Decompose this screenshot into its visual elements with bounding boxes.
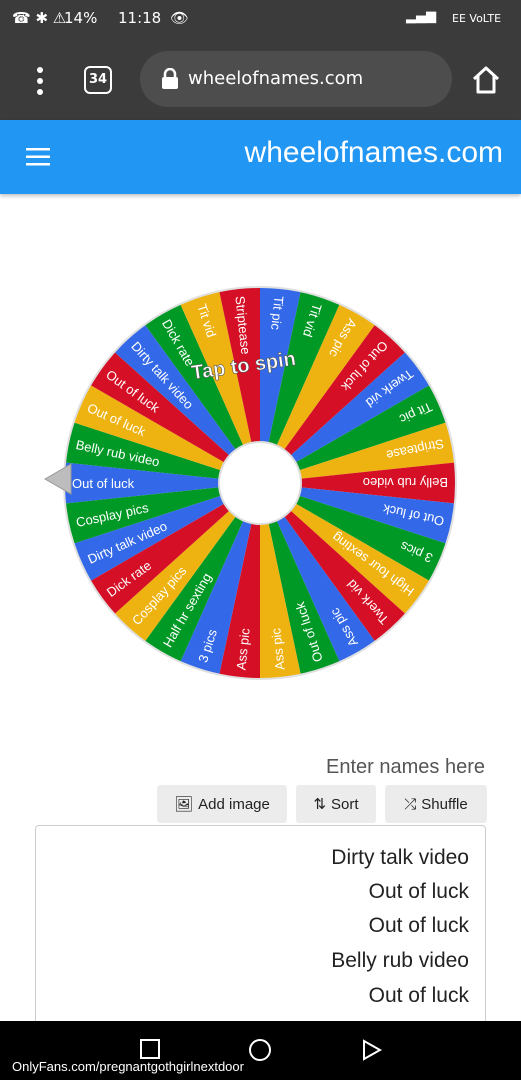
- image-icon: 🖼: [174, 796, 194, 813]
- wheel-graphic[interactable]: Out of luckBelly rub videoOut of luckOut…: [60, 283, 460, 683]
- wheel-segment-label: Out of luck: [72, 476, 135, 491]
- home-nav-icon[interactable]: [248, 1038, 272, 1062]
- entry-line: Out of luck: [368, 880, 469, 903]
- lock-icon: [162, 68, 178, 89]
- site-title[interactable]: wheelofnames.com: [245, 136, 503, 170]
- add-image-label: Add image: [198, 795, 270, 813]
- back-nav-icon[interactable]: [362, 1039, 382, 1061]
- tabs-button[interactable]: 34: [84, 66, 112, 94]
- wheel-pointer-icon: [43, 463, 72, 495]
- entry-line: Dirty talk video: [331, 846, 469, 869]
- shuffle-label: Shuffle: [421, 795, 468, 813]
- shuffle-icon: ⤮: [404, 795, 417, 813]
- screen: ☎ ✱ ⚠ 14% 11:18 👁 ▂▄▆ EE VoLTE 34 wheelo…: [0, 0, 521, 1080]
- entry-line: Belly rub video: [331, 949, 469, 972]
- browser-toolbar: 34 wheelofnames.com: [0, 38, 521, 120]
- entry-line: Out of luck: [368, 914, 469, 937]
- sort-icon: ⇅: [313, 796, 327, 813]
- network-label: EE VoLTE: [452, 12, 502, 25]
- wheel-segment-label: Belly rub video: [363, 475, 448, 490]
- battery-percent: 14%: [64, 9, 98, 27]
- menu-dots-icon[interactable]: [30, 66, 50, 96]
- entries-label: Enter names here: [326, 756, 485, 778]
- recent-apps-icon[interactable]: [140, 1039, 160, 1059]
- home-icon[interactable]: [470, 64, 502, 96]
- hamburger-menu-icon[interactable]: [26, 147, 50, 167]
- url-text: wheelofnames.com: [188, 68, 364, 89]
- app-header: wheelofnames.com: [0, 120, 521, 194]
- address-bar[interactable]: wheelofnames.com: [140, 51, 452, 107]
- entry-line: Out of luck: [368, 984, 469, 1007]
- eye-icon: 👁: [170, 9, 190, 27]
- sort-label: Sort: [331, 795, 359, 813]
- sort-button[interactable]: ⇅ Sort: [296, 785, 376, 823]
- wheel[interactable]: Out of luck Belly rub video Out of luck Out…: [60, 283, 460, 683]
- wifi-signal-icon: ▂▄▆: [406, 9, 436, 24]
- status-bar: ☎ ✱ ⚠ 14% 11:18 👁 ▂▄▆ EE VoLTE: [0, 0, 521, 38]
- system-nav-bar: OnlyFans.com/pregnantgothgirlnextdoor: [0, 1021, 521, 1080]
- add-image-button[interactable]: 🖼 Add image: [157, 785, 287, 823]
- status-icons-left: ☎ ✱ ⚠: [12, 9, 67, 27]
- entries-textarea[interactable]: Dirty talk video Out of luck Out of luck…: [35, 825, 486, 1035]
- shuffle-button[interactable]: ⤮ Shuffle: [385, 785, 487, 823]
- watermark-url: OnlyFans.com/pregnantgothgirlnextdoor: [12, 1059, 244, 1074]
- wheel-center[interactable]: [218, 441, 302, 525]
- clock: 11:18: [118, 9, 162, 27]
